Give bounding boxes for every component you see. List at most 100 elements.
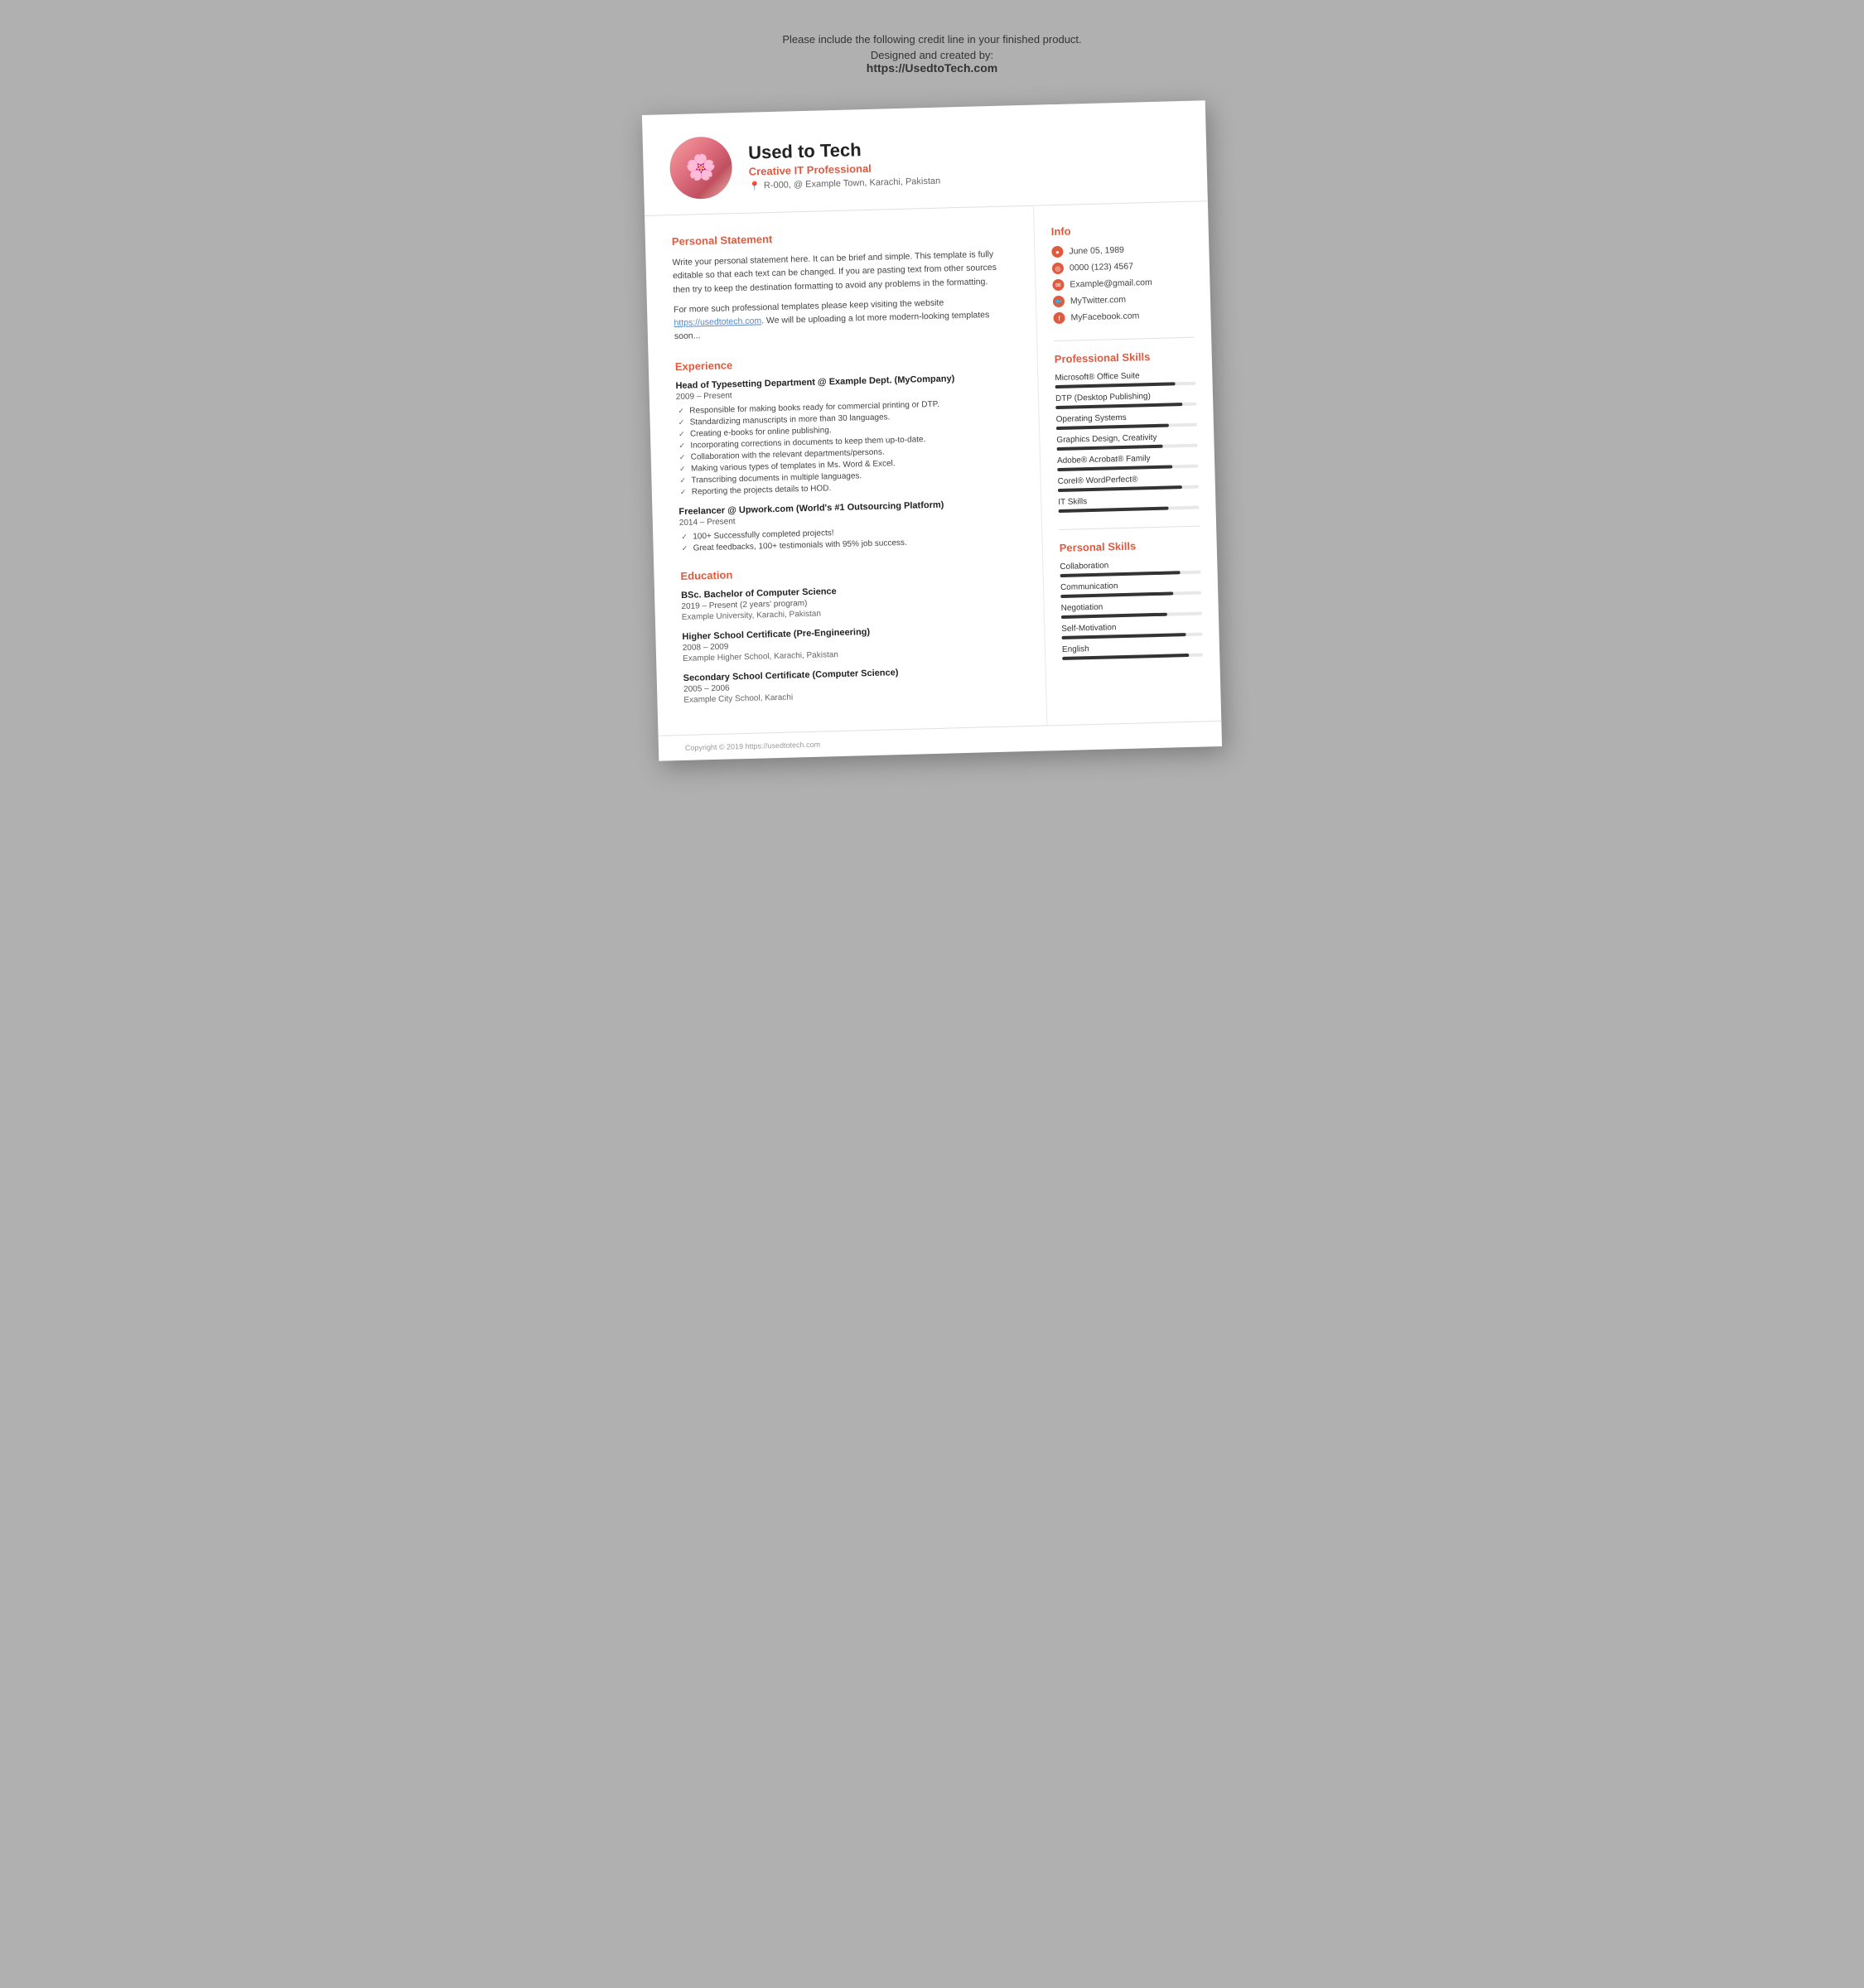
- skill-bar-bg: [1055, 382, 1196, 388]
- info-twitter-value: MyTwitter.com: [1070, 295, 1126, 306]
- skill-bar-fill: [1061, 613, 1167, 619]
- skill-name: Graphics Design, Creativity: [1056, 432, 1197, 445]
- skill-name: Communication: [1060, 580, 1201, 592]
- skill-bar-fill: [1062, 633, 1186, 639]
- info-date-value: June 05, 1989: [1069, 245, 1124, 257]
- skill-bar-bg: [1059, 506, 1200, 513]
- skill-bar-bg: [1060, 571, 1201, 577]
- personal-statement-title: Personal Statement: [672, 226, 1014, 248]
- job-duties-1: Responsible for making books ready for c…: [676, 398, 1021, 497]
- skill-bar-fill: [1058, 485, 1182, 492]
- skill-bar-fill: [1055, 403, 1182, 409]
- skill-bar-bg: [1055, 403, 1196, 409]
- credit-url: https://UsedtoTech.com: [782, 61, 1081, 75]
- skill-name: English: [1062, 642, 1203, 654]
- twitter-icon: 🐦: [1053, 296, 1065, 307]
- personal-skills-title: Personal Skills: [1060, 538, 1200, 554]
- skill-bar-bg: [1058, 485, 1199, 492]
- divider-2: [1059, 526, 1200, 530]
- skill-bar-bg: [1062, 654, 1203, 660]
- skill-item: Communication: [1060, 580, 1201, 598]
- personal-statement-section: Personal Statement Write your personal s…: [672, 226, 1017, 343]
- skill-name: Collaboration: [1060, 559, 1200, 572]
- avatar: 🌸: [669, 136, 733, 200]
- skill-bar-bg: [1056, 423, 1197, 430]
- website-link[interactable]: https://usedtotech.com: [674, 316, 761, 328]
- skill-name: Microsoft® Office Suite: [1055, 370, 1195, 383]
- skill-bar-bg: [1061, 612, 1202, 619]
- info-section: Info ● June 05, 1989 ◎ 0000 (123) 4567 ✉…: [1051, 222, 1195, 324]
- skill-bar-bg: [1057, 465, 1198, 471]
- skill-item: Negotiation: [1061, 601, 1202, 619]
- person-title: Creative IT Professional: [749, 160, 940, 177]
- info-title: Info: [1051, 222, 1192, 238]
- resume-header: 🌸 Used to Tech Creative IT Professional …: [642, 100, 1208, 216]
- info-facebook-value: MyFacebook.com: [1070, 311, 1139, 322]
- professional-skills-section: Professional Skills Microsoft® Office Su…: [1055, 350, 1200, 513]
- facebook-icon: f: [1053, 312, 1065, 324]
- skill-name: Adobe® Acrobat® Family: [1057, 453, 1198, 466]
- credit-line2: Designed and created by:: [782, 49, 1081, 61]
- edu-item-2: Higher School Certificate (Pre-Engineeri…: [682, 623, 1025, 663]
- personal-statement-para2: For more such professional templates ple…: [674, 294, 1017, 344]
- info-phone: ◎ 0000 (123) 4567: [1052, 259, 1193, 274]
- left-column: Personal Statement Write your personal s…: [645, 206, 1047, 736]
- skill-bar-fill: [1060, 591, 1173, 598]
- skill-bar-bg: [1062, 633, 1203, 639]
- job-item-1: Head of Typesetting Department @ Example…: [675, 372, 1021, 497]
- info-twitter: 🐦 MyTwitter.com: [1053, 292, 1194, 307]
- edu-item-3: Secondary School Certificate (Computer S…: [683, 664, 1026, 705]
- email-icon: ✉: [1052, 279, 1064, 291]
- header-info: Used to Tech Creative IT Professional 📍 …: [748, 137, 941, 191]
- footer-copyright: Copyright © 2019 https://usedtotech.com: [685, 740, 820, 751]
- education-title: Education: [680, 561, 1022, 582]
- credit-section: Please include the following credit line…: [782, 33, 1081, 75]
- skill-item: Adobe® Acrobat® Family: [1057, 453, 1198, 471]
- person-address: 📍 R-000, @ Example Town, Karachi, Pakist…: [749, 176, 940, 191]
- job-duties-2: 100+ Successfully completed projects! Gr…: [679, 524, 1022, 553]
- experience-title: Experience: [675, 351, 1017, 373]
- skill-name: Operating Systems: [1056, 412, 1197, 424]
- skill-name: Self-Motivation: [1061, 621, 1202, 634]
- skill-bar-fill: [1057, 465, 1172, 471]
- skill-item: Operating Systems: [1056, 412, 1197, 430]
- location-icon: 📍: [749, 181, 761, 191]
- skill-name: Corel® WordPerfect®: [1058, 474, 1199, 486]
- skill-item: Self-Motivation: [1061, 621, 1202, 639]
- experience-section: Experience Head of Typesetting Departmen…: [675, 351, 1022, 553]
- job-item-2: Freelancer @ Upwork.com (World's #1 Outs…: [678, 498, 1021, 553]
- info-date: ● June 05, 1989: [1051, 243, 1192, 258]
- skill-bar-bg: [1060, 591, 1201, 598]
- divider-1: [1054, 337, 1195, 341]
- skill-bar-fill: [1062, 654, 1189, 660]
- skill-bar-fill: [1055, 382, 1176, 388]
- skill-item: Corel® WordPerfect®: [1058, 474, 1199, 492]
- skill-item: DTP (Desktop Publishing): [1055, 391, 1196, 409]
- skill-item: IT Skills: [1058, 495, 1199, 513]
- personal-statement-para1: Write your personal statement here. It c…: [672, 247, 1015, 297]
- info-email: ✉ Example@gmail.com: [1052, 276, 1193, 291]
- edu-item-1: BSc. Bachelor of Computer Science 2019 –…: [681, 581, 1024, 622]
- skill-item: English: [1062, 642, 1203, 660]
- skill-bar-bg: [1057, 444, 1198, 451]
- info-facebook: f MyFacebook.com: [1053, 309, 1194, 324]
- skill-name: IT Skills: [1058, 495, 1199, 507]
- skill-bar-fill: [1056, 424, 1169, 431]
- date-icon: ●: [1051, 246, 1063, 258]
- info-email-value: Example@gmail.com: [1070, 277, 1152, 290]
- skill-item: Graphics Design, Creativity: [1056, 432, 1197, 451]
- phone-icon: ◎: [1052, 263, 1064, 274]
- skill-item: Microsoft® Office Suite: [1055, 370, 1195, 388]
- skill-name: Negotiation: [1061, 601, 1202, 613]
- personal-skills-section: Personal Skills Collaboration Communicat…: [1060, 538, 1204, 660]
- resume-document: 🌸 Used to Tech Creative IT Professional …: [642, 100, 1222, 760]
- person-name: Used to Tech: [748, 137, 940, 163]
- credit-line1: Please include the following credit line…: [782, 33, 1081, 46]
- right-column: Info ● June 05, 1989 ◎ 0000 (123) 4567 ✉…: [1034, 201, 1221, 725]
- skill-name: DTP (Desktop Publishing): [1055, 391, 1196, 403]
- skill-bar-fill: [1060, 571, 1181, 577]
- info-phone-value: 0000 (123) 4567: [1070, 262, 1133, 273]
- professional-skills-title: Professional Skills: [1055, 350, 1195, 365]
- skill-item: Collaboration: [1060, 559, 1200, 577]
- resume-body: Personal Statement Write your personal s…: [645, 201, 1221, 735]
